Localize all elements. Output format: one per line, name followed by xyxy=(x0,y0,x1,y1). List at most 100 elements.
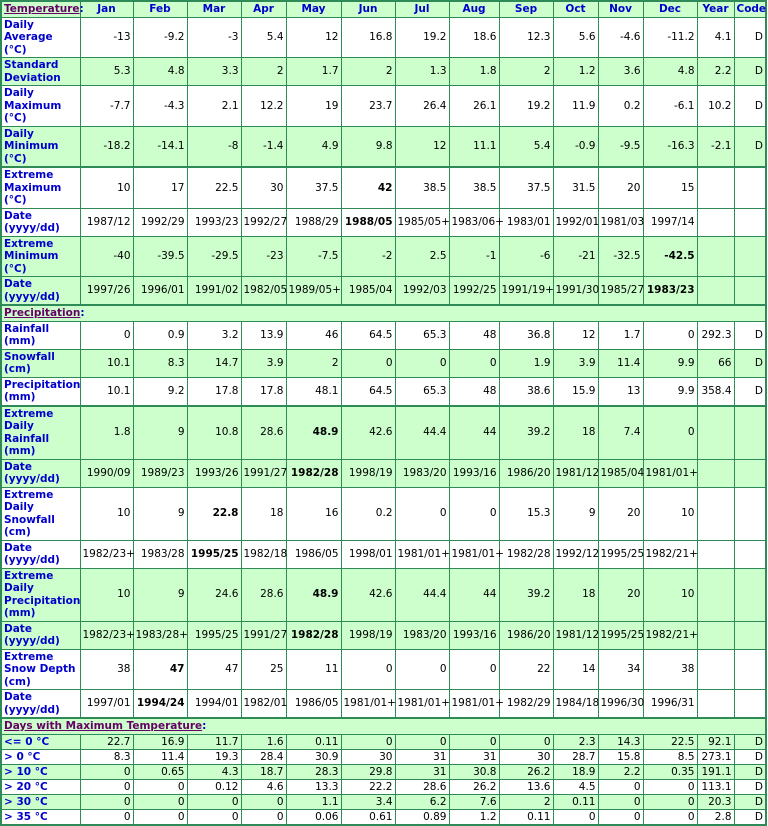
year-cell: 113.1 xyxy=(696,778,735,795)
year-cell xyxy=(696,689,735,719)
value-cell: 9.8 xyxy=(340,125,396,168)
value-cell: 28.6 xyxy=(240,404,287,460)
row-label: Extreme Snow Depth (cm) xyxy=(0,648,81,690)
value-cell: 18.7 xyxy=(240,763,287,780)
value-cell: 13.9 xyxy=(240,320,287,350)
value-cell: -2 xyxy=(340,235,396,277)
value-cell: 17 xyxy=(132,166,188,209)
row-label: Precipitation (mm) xyxy=(0,376,81,406)
value-cell: 0.61 xyxy=(340,808,396,825)
value-cell: 0 xyxy=(132,808,188,825)
value-cell: 0 xyxy=(240,793,287,810)
year-cell xyxy=(696,458,735,488)
value-cell: 1981/01+ xyxy=(642,458,698,488)
value-cell: 0 xyxy=(394,486,450,541)
value-cell: 31 xyxy=(394,763,450,780)
value-cell: 1993/16 xyxy=(448,620,500,650)
value-cell: 0.11 xyxy=(552,793,599,810)
value-cell: 13.6 xyxy=(498,778,554,795)
value-cell: -7.7 xyxy=(79,85,134,127)
table-row: <= 0 °C 22.7 16.9 11.7 1.6 0.11 0 0 0 0 2.3 14.3 22.… xyxy=(0,733,767,750)
value-cell: -39.5 xyxy=(132,235,188,277)
table-row: > 35 °C 0 0 0 0 0.06 0.61 0.89 1.2 0.11 0 0 0 2.8 D xyxy=(0,808,767,825)
value-cell: 0 xyxy=(132,778,188,795)
value-cell: 8.3 xyxy=(79,748,134,765)
value-cell: 36.8 xyxy=(498,320,554,350)
value-cell: 18.9 xyxy=(552,763,599,780)
value-cell: 30 xyxy=(240,166,287,209)
table-row: Extreme Snow Depth (cm) 38 47 47 25 11 0 0 0 22 14… xyxy=(0,648,767,690)
code-cell xyxy=(733,620,767,650)
year-cell xyxy=(696,539,735,569)
value-cell: 22 xyxy=(498,648,554,690)
value-cell: 1991/30 xyxy=(552,276,599,306)
value-cell: -16.3 xyxy=(642,125,698,168)
value-cell: 1983/23 xyxy=(642,276,698,306)
table-row: Date (yyyy/dd) 1997/26 1996/01 1991/02 1982/… xyxy=(0,276,767,306)
value-cell: -18.2 xyxy=(79,125,134,168)
value-cell: 3.9 xyxy=(552,348,599,378)
temperature-link[interactable]: Temperature xyxy=(4,3,80,15)
code-cell: D xyxy=(733,85,767,127)
value-cell: 1989/23 xyxy=(132,458,188,488)
year-cell xyxy=(696,166,735,209)
section-header-temperature: Temperature: xyxy=(0,0,84,18)
year-cell: 2.8 xyxy=(696,808,735,825)
code-cell xyxy=(733,166,767,209)
value-cell: -6.1 xyxy=(642,85,698,127)
year-cell: 358.4 xyxy=(696,376,735,406)
value-cell: 14.3 xyxy=(597,733,644,750)
value-cell: 2 xyxy=(240,57,287,86)
value-cell: 2 xyxy=(285,348,342,378)
value-cell: 22.5 xyxy=(186,166,242,209)
code-cell xyxy=(733,567,767,622)
value-cell: 19 xyxy=(285,85,342,127)
value-cell: 1.7 xyxy=(285,57,342,86)
code-cell xyxy=(733,648,767,690)
value-cell: -4.6 xyxy=(597,16,644,58)
value-cell: 0 xyxy=(597,793,644,810)
value-cell: 1992/29 xyxy=(132,207,188,237)
value-cell: 1.7 xyxy=(597,320,644,350)
row-label: Date (yyyy/dd) xyxy=(0,458,81,488)
col-header: Dec xyxy=(642,0,698,18)
value-cell: 10 xyxy=(642,486,698,541)
value-cell: 22.7 xyxy=(79,733,134,750)
row-label: Extreme Minimum (°C) xyxy=(0,235,81,277)
year-cell: 191.1 xyxy=(696,763,735,780)
value-cell: 12.2 xyxy=(240,85,287,127)
table-row: Extreme Minimum (°C) -40 -39.5 -29.5 -23 -7.5… xyxy=(0,235,767,277)
year-cell xyxy=(696,567,735,622)
value-cell: 1996/30 xyxy=(597,689,644,719)
value-cell: 39.2 xyxy=(498,567,554,622)
value-cell: 28.6 xyxy=(240,567,287,622)
table-row: Extreme Daily Rainfall (mm) 1.8 9 10.8 28.6 4… xyxy=(0,404,767,460)
value-cell: 65.3 xyxy=(394,320,450,350)
row-label: Extreme Daily Precipitation (mm) xyxy=(0,567,81,622)
value-cell: 1983/28 xyxy=(132,539,188,569)
value-cell: 14 xyxy=(552,648,599,690)
value-cell: 0.35 xyxy=(642,763,698,780)
value-cell: 0 xyxy=(340,733,396,750)
value-cell: 0 xyxy=(132,793,188,810)
value-cell: 1982/28 xyxy=(285,620,342,650)
value-cell: 1981/01+ xyxy=(394,689,450,719)
value-cell: 1981/03 xyxy=(597,207,644,237)
section-link[interactable]: Days with Maximum Temperature xyxy=(4,720,202,732)
value-cell: 31 xyxy=(394,748,450,765)
code-cell: D xyxy=(733,793,767,810)
value-cell: 7.6 xyxy=(448,793,500,810)
value-cell: 15.9 xyxy=(552,376,599,406)
value-cell: 1983/20 xyxy=(394,620,450,650)
value-cell: 0.9 xyxy=(132,320,188,350)
code-cell xyxy=(733,458,767,488)
header-row: Temperature: Jan Feb Mar Apr May Jun Jul… xyxy=(0,0,767,18)
col-header: May xyxy=(285,0,342,18)
value-cell: 2.1 xyxy=(186,85,242,127)
value-cell: 9 xyxy=(132,404,188,460)
value-cell: 8.5 xyxy=(642,748,698,765)
value-cell: 64.5 xyxy=(340,376,396,406)
value-cell: 1992/12 xyxy=(552,539,599,569)
section-link[interactable]: Precipitation xyxy=(4,307,80,319)
value-cell: 11 xyxy=(285,648,342,690)
